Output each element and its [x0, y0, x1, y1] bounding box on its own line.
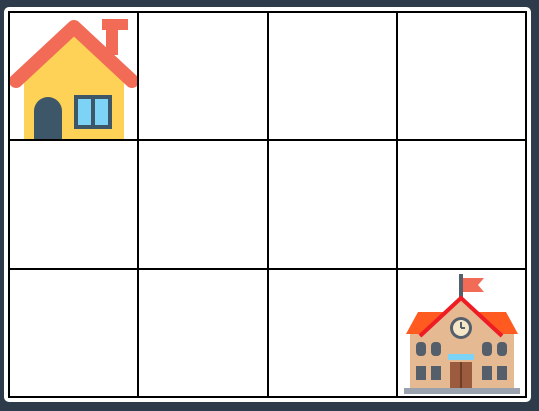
cell-r2-c1[interactable] — [9, 140, 139, 269]
cell-r1-c1[interactable] — [9, 12, 139, 141]
cell-r1-c3[interactable] — [267, 12, 397, 141]
cell-r1-c4[interactable] — [396, 12, 526, 141]
cell-r3-c4[interactable] — [396, 268, 526, 397]
cell-r3-c2[interactable] — [138, 268, 268, 397]
cell-r3-c1[interactable] — [9, 268, 139, 397]
grid — [8, 11, 527, 398]
house-icon — [10, 19, 138, 140]
cell-r2-c2[interactable] — [138, 140, 268, 269]
school-icon — [403, 273, 520, 394]
cell-r2-c4[interactable] — [396, 140, 526, 269]
game-board — [4, 7, 531, 402]
cell-r2-c3[interactable] — [267, 140, 397, 269]
cell-r1-c2[interactable] — [138, 12, 268, 141]
cell-r3-c3[interactable] — [267, 268, 397, 397]
